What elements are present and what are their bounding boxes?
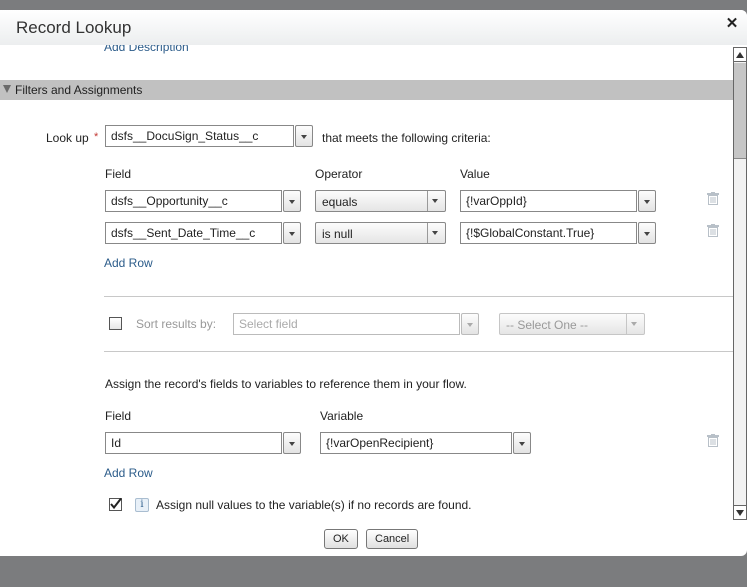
lookup-object-combobox[interactable]: dsfs__DocuSign_Status__c bbox=[105, 125, 313, 147]
chevron-down-icon[interactable] bbox=[283, 222, 301, 244]
scrollbar-thumb[interactable] bbox=[734, 63, 746, 159]
chevron-down-icon[interactable] bbox=[638, 222, 656, 244]
filter-field-combobox[interactable]: dsfs__Opportunity__c bbox=[105, 190, 301, 212]
info-icon[interactable]: i bbox=[135, 498, 149, 512]
add-filter-row-link[interactable]: Add Row bbox=[104, 256, 153, 270]
record-lookup-dialog: Record Lookup ✕ Add Description Filters … bbox=[0, 10, 747, 556]
sort-field-combobox[interactable]: Select field bbox=[233, 313, 479, 335]
filter-value-input[interactable]: {!$GlobalConstant.True} bbox=[460, 222, 637, 244]
sort-checkbox[interactable] bbox=[109, 317, 122, 330]
triangle-down-icon[interactable] bbox=[3, 85, 11, 93]
filter-value-combobox[interactable]: {!varOppId} bbox=[460, 190, 656, 212]
dialog-body: Add Description Filters and Assignments … bbox=[0, 45, 733, 520]
checkmark-icon bbox=[110, 497, 122, 510]
chevron-down-icon[interactable] bbox=[461, 313, 479, 335]
sort-label: Sort results by: bbox=[136, 317, 217, 331]
section-filters-and-assignments[interactable]: Filters and Assignments bbox=[0, 80, 733, 100]
chevron-down-icon[interactable] bbox=[283, 190, 301, 212]
cancel-button[interactable]: Cancel bbox=[366, 529, 419, 549]
assignment-variable-header: Variable bbox=[320, 409, 364, 423]
scroll-up-icon[interactable] bbox=[734, 48, 746, 62]
divider bbox=[104, 296, 733, 297]
close-icon[interactable]: ✕ bbox=[725, 16, 739, 31]
chevron-down-icon bbox=[432, 231, 438, 235]
lookup-label: Look up bbox=[46, 131, 89, 145]
chevron-down-icon[interactable] bbox=[513, 432, 531, 454]
required-marker: * bbox=[94, 131, 99, 143]
section-title: Filters and Assignments bbox=[15, 83, 143, 97]
assignment-field-combobox[interactable]: Id bbox=[105, 432, 301, 454]
scroll-down-icon[interactable] bbox=[734, 505, 746, 519]
assignment-variable-input[interactable]: {!varOpenRecipient} bbox=[320, 432, 512, 454]
sort-order-select[interactable]: -- Select One -- bbox=[499, 313, 645, 335]
vertical-scrollbar[interactable] bbox=[733, 47, 747, 520]
filter-operator-value: equals bbox=[322, 195, 358, 209]
chevron-down-icon[interactable] bbox=[638, 190, 656, 212]
assignment-intro: Assign the record's fields to variables … bbox=[105, 377, 467, 391]
add-assignment-row-link[interactable]: Add Row bbox=[104, 466, 153, 480]
criteria-text: that meets the following criteria: bbox=[322, 131, 491, 145]
filter-field-input[interactable]: dsfs__Opportunity__c bbox=[105, 190, 282, 212]
assign-null-checkbox[interactable] bbox=[109, 497, 122, 511]
filter-value-combobox[interactable]: {!$GlobalConstant.True} bbox=[460, 222, 656, 244]
chevron-down-icon[interactable] bbox=[283, 432, 301, 454]
filter-field-header: Field bbox=[105, 167, 132, 181]
lookup-object-input[interactable]: dsfs__DocuSign_Status__c bbox=[105, 125, 294, 147]
dialog-title: Record Lookup bbox=[16, 18, 132, 37]
filter-value-header: Value bbox=[460, 167, 490, 181]
trash-icon[interactable] bbox=[707, 224, 719, 237]
add-description-link[interactable]: Add Description bbox=[104, 45, 189, 54]
assignment-field-input[interactable]: Id bbox=[105, 432, 282, 454]
filter-operator-select[interactable]: is null bbox=[315, 222, 446, 244]
assign-null-label: Assign null values to the variable(s) if… bbox=[156, 498, 472, 512]
chevron-down-icon bbox=[631, 322, 637, 326]
filter-operator-value: is null bbox=[322, 227, 353, 241]
ok-button[interactable]: OK bbox=[324, 529, 358, 549]
filter-operator-header: Operator bbox=[315, 167, 363, 181]
chevron-down-icon[interactable] bbox=[295, 125, 313, 147]
filter-operator-select[interactable]: equals bbox=[315, 190, 446, 212]
filter-value-input[interactable]: {!varOppId} bbox=[460, 190, 637, 212]
sort-order-value: -- Select One -- bbox=[506, 318, 589, 332]
divider bbox=[104, 351, 733, 352]
chevron-down-icon bbox=[432, 199, 438, 203]
assignment-variable-combobox[interactable]: {!varOpenRecipient} bbox=[320, 432, 531, 454]
dialog-header: Record Lookup ✕ bbox=[0, 10, 747, 45]
trash-icon[interactable] bbox=[707, 434, 719, 447]
assignment-field-header: Field bbox=[105, 409, 132, 423]
trash-icon[interactable] bbox=[707, 192, 719, 205]
filter-field-combobox[interactable]: dsfs__Sent_Date_Time__c bbox=[105, 222, 301, 244]
filter-field-input[interactable]: dsfs__Sent_Date_Time__c bbox=[105, 222, 282, 244]
sort-field-input[interactable]: Select field bbox=[233, 313, 460, 335]
